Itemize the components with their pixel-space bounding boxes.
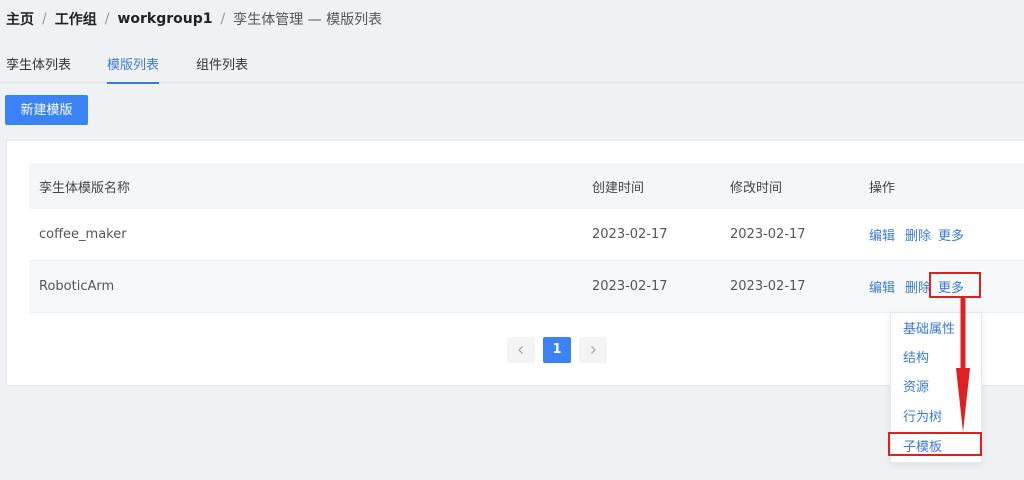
- modified-time: 2023-02-17: [730, 227, 806, 242]
- menu-item-structure[interactable]: 结构: [903, 347, 929, 366]
- menu-item-resources[interactable]: 资源: [903, 376, 929, 395]
- tab-bar: 孪生体列表 模版列表 组件列表: [0, 56, 1024, 84]
- breadcrumb-separator: /: [220, 11, 226, 27]
- template-table-card: 孪生体模版名称 创建时间 修改时间 操作 coffee_maker 2023-0…: [6, 140, 1024, 386]
- breadcrumb-workgroup[interactable]: 工作组: [55, 9, 97, 29]
- more-link[interactable]: 更多: [938, 225, 964, 244]
- tab-component-list[interactable]: 组件列表: [196, 56, 248, 83]
- edit-link[interactable]: 编辑: [869, 225, 895, 244]
- breadcrumb-separator: /: [104, 11, 110, 27]
- menu-item-basic-attributes[interactable]: 基础属性: [903, 318, 955, 337]
- breadcrumb-home[interactable]: 主页: [6, 9, 34, 29]
- created-time: 2023-02-17: [592, 279, 668, 294]
- page-number[interactable]: 1: [543, 337, 571, 363]
- pagination: 1: [507, 337, 607, 363]
- row-actions: 编辑 删除 更多: [869, 225, 964, 244]
- delete-link[interactable]: 删除: [905, 225, 931, 244]
- table-header: 孪生体模版名称 创建时间 修改时间 操作: [29, 163, 1024, 209]
- table-row: RoboticArm 2023-02-17 2023-02-17 编辑 删除 更…: [29, 261, 1024, 313]
- created-time: 2023-02-17: [592, 227, 668, 242]
- column-header-name: 孪生体模版名称: [39, 180, 131, 196]
- modified-time: 2023-02-17: [730, 279, 806, 294]
- column-header-actions: 操作: [869, 180, 896, 196]
- menu-item-sub-template[interactable]: 子模板: [903, 436, 942, 455]
- more-dropdown-menu: 基础属性 结构 资源 行为树 子模板: [890, 312, 982, 463]
- breadcrumb: 主页 / 工作组 / workgroup1 / 孪生体管理 — 模版列表: [6, 9, 382, 29]
- row-actions: 编辑 删除 更多: [869, 277, 964, 296]
- column-header-created: 创建时间: [592, 180, 645, 196]
- template-name: RoboticArm: [39, 279, 115, 294]
- breadcrumb-workgroup-name[interactable]: workgroup1: [117, 11, 212, 27]
- edit-link[interactable]: 编辑: [869, 277, 895, 296]
- menu-item-behavior-tree[interactable]: 行为树: [903, 406, 942, 425]
- tab-twin-list[interactable]: 孪生体列表: [6, 56, 71, 83]
- breadcrumb-current: 孪生体管理 — 模版列表: [233, 12, 383, 28]
- more-link[interactable]: 更多: [938, 277, 964, 296]
- table-row: coffee_maker 2023-02-17 2023-02-17 编辑 删除…: [29, 209, 1024, 261]
- new-template-button[interactable]: 新建模版: [5, 95, 88, 125]
- chevron-left-icon[interactable]: [507, 337, 535, 363]
- breadcrumb-separator: /: [42, 11, 47, 27]
- template-name: coffee_maker: [39, 227, 127, 242]
- delete-link[interactable]: 删除: [905, 277, 931, 296]
- column-header-modified: 修改时间: [730, 180, 783, 196]
- tab-template-list[interactable]: 模版列表: [107, 56, 160, 84]
- template-table: 孪生体模版名称 创建时间 修改时间 操作 coffee_maker 2023-0…: [29, 163, 1024, 313]
- chevron-right-icon[interactable]: [579, 337, 607, 363]
